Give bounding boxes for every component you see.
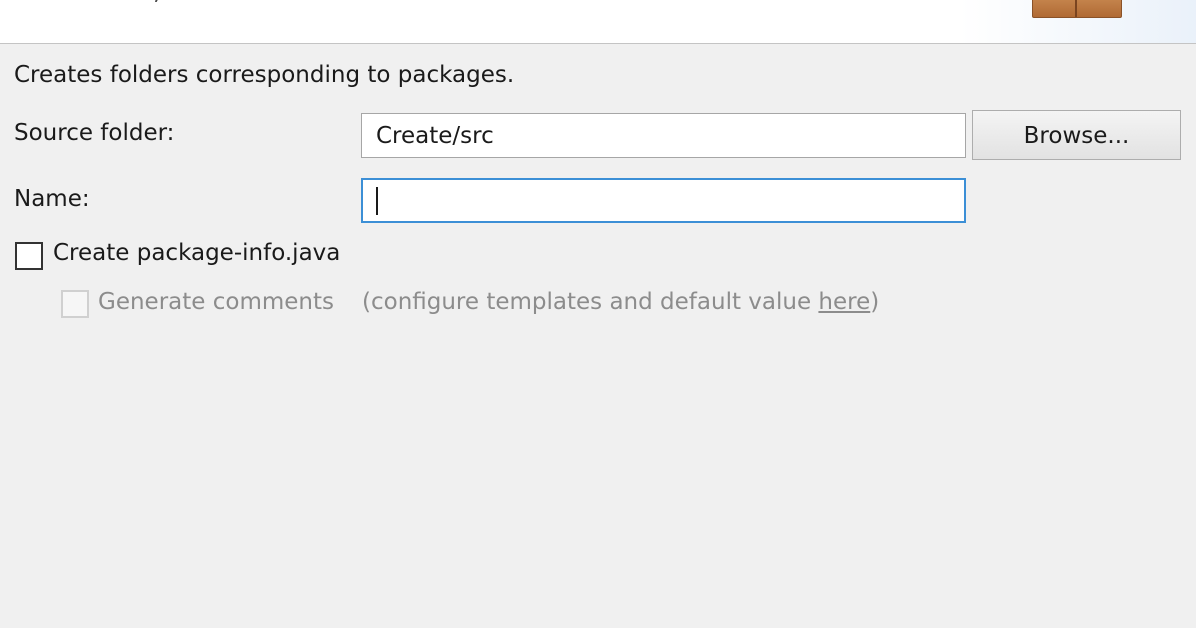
header-title-fragment: · · , · · · · · · · — [120, 0, 277, 6]
text-caret — [376, 187, 378, 215]
source-folder-label: Source folder: — [14, 120, 175, 146]
package-banner-icon — [1032, 0, 1122, 18]
name-input[interactable] — [361, 178, 966, 223]
new-package-dialog: · · , · · · · · · · Creates folders corr… — [0, 0, 1196, 628]
name-label: Name: — [14, 186, 90, 212]
source-folder-input[interactable] — [361, 113, 966, 158]
page-description: Creates folders corresponding to package… — [14, 62, 515, 88]
generate-comments-checkbox — [61, 290, 89, 318]
configure-prefix: (configure templates and default value — [362, 289, 819, 315]
configure-suffix: ) — [870, 289, 880, 315]
generate-comments-label: Generate comments — [98, 289, 334, 315]
create-package-info-label[interactable]: Create package-info.java — [53, 240, 340, 266]
dialog-header: · · , · · · · · · · — [0, 0, 1196, 44]
browse-button[interactable]: Browse... — [972, 110, 1181, 160]
create-package-info-checkbox[interactable] — [15, 242, 43, 270]
configure-here-link[interactable]: here — [818, 289, 870, 315]
configure-templates-text: (configure templates and default value h… — [362, 289, 879, 315]
